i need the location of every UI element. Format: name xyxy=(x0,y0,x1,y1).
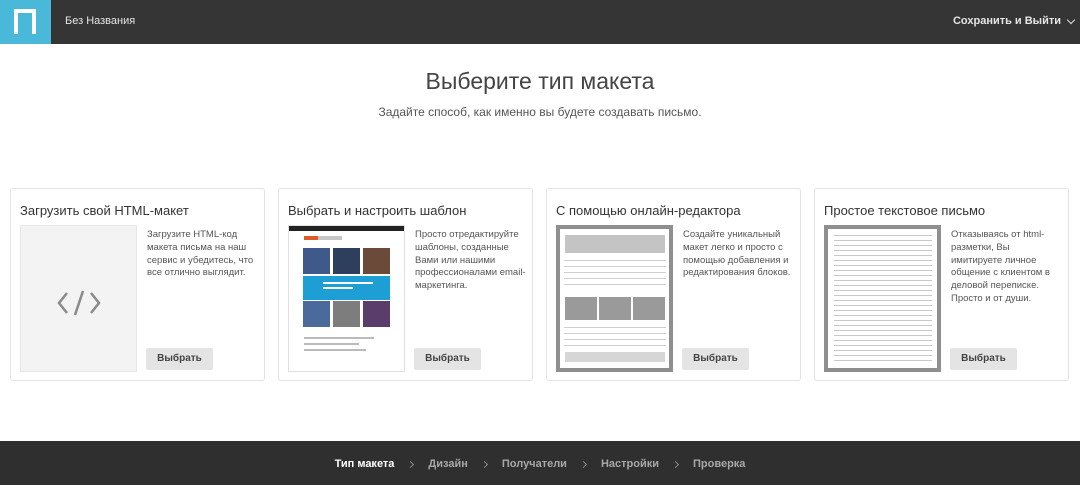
card-title: С помощью онлайн-редактора xyxy=(556,203,741,218)
card-title: Загрузить свой HTML-макет xyxy=(20,203,189,218)
text-line xyxy=(834,345,932,346)
editor-image-block xyxy=(599,297,631,320)
text-line xyxy=(834,360,932,361)
template-photo xyxy=(333,301,360,327)
chevron-right-icon xyxy=(407,460,415,469)
text-line xyxy=(834,285,932,286)
editor-thumbnail xyxy=(556,225,673,372)
text-line xyxy=(834,315,932,316)
template-text-line xyxy=(304,349,366,351)
template-blue-banner xyxy=(303,276,390,300)
editor-header-block xyxy=(565,235,665,253)
card-description: Просто отредактируйте шаблоны, созданные… xyxy=(415,229,526,292)
card-description: Отказываясь от html-разметки, Вы имитиру… xyxy=(951,229,1050,304)
template-banner-line xyxy=(323,287,353,289)
template-text-line xyxy=(304,337,374,339)
editor-footer-block xyxy=(565,352,665,362)
editor-image-block xyxy=(565,297,597,320)
select-text-button[interactable]: Выбрать xyxy=(950,348,1017,370)
text-line xyxy=(834,235,932,236)
card-title: Выбрать и настроить шаблон xyxy=(288,203,467,218)
editor-text-line xyxy=(564,339,666,340)
card-description: Создайте уникальный макет легко и просто… xyxy=(683,229,791,279)
select-editor-button[interactable]: Выбрать xyxy=(682,348,749,370)
text-line xyxy=(834,335,932,336)
text-email-thumbnail xyxy=(824,225,941,372)
text-line xyxy=(834,255,932,256)
text-line xyxy=(834,300,932,301)
text-line xyxy=(834,275,932,276)
text-line xyxy=(834,340,932,341)
card-description: Загрузите HTML-код макета письма на наш … xyxy=(147,229,254,279)
text-line xyxy=(834,240,932,241)
text-line xyxy=(834,310,932,311)
save-and-exit-button[interactable]: Сохранить и Выйти xyxy=(952,15,1076,27)
text-line xyxy=(834,350,932,351)
editor-text-line xyxy=(564,278,666,279)
layout-card-text[interactable]: Простое текстовое письмо Отказываясь от … xyxy=(814,188,1069,381)
editor-text-line xyxy=(564,333,666,334)
template-text-line xyxy=(304,343,359,345)
text-line xyxy=(834,305,932,306)
text-line xyxy=(834,280,932,281)
card-title: Простое текстовое письмо xyxy=(824,203,986,218)
html-upload-thumbnail xyxy=(20,225,137,372)
top-bar: Без Названия Сохранить и Выйти xyxy=(0,0,1080,44)
editor-text-line xyxy=(564,345,666,346)
select-html-button[interactable]: Выбрать xyxy=(146,348,213,370)
template-photo xyxy=(363,248,390,274)
template-brand-text xyxy=(318,236,342,240)
layout-card-editor[interactable]: С помощью онлайн-редактора Создайте уник… xyxy=(546,188,801,381)
template-header-bar xyxy=(289,226,404,231)
text-line xyxy=(834,325,932,326)
chevron-right-icon xyxy=(671,460,680,469)
text-line xyxy=(834,260,932,261)
template-banner-line xyxy=(323,282,373,284)
page-subtitle: Задайте способ, как именно вы будете соз… xyxy=(378,105,702,119)
editor-text-line xyxy=(564,272,666,273)
step-layout-type[interactable]: Тип макета xyxy=(335,458,395,470)
step-settings[interactable]: Настройки xyxy=(601,458,659,470)
text-line xyxy=(834,245,932,246)
text-line xyxy=(834,320,932,321)
template-photo xyxy=(333,248,360,274)
template-thumbnail xyxy=(288,225,405,372)
footer-bar: Тип макета Дизайн Получатели Настройки П… xyxy=(0,441,1080,485)
layout-card-template[interactable]: Выбрать и настроить шаблон Просто отреда… xyxy=(278,188,533,381)
text-line xyxy=(834,250,932,251)
editor-text-line xyxy=(564,327,666,328)
template-photo xyxy=(303,301,330,327)
wizard-steps: Тип макета Дизайн Получатели Настройки П… xyxy=(0,458,1080,470)
step-review[interactable]: Проверка xyxy=(693,458,745,470)
save-and-exit-label: Сохранить и Выйти xyxy=(952,15,1061,27)
editor-text-line xyxy=(564,284,666,285)
template-photo xyxy=(303,248,330,274)
app-logo[interactable] xyxy=(0,0,51,44)
chevron-down-icon xyxy=(1066,15,1076,24)
layout-card-html[interactable]: Загрузить свой HTML-макет Загрузите HTML… xyxy=(10,188,265,381)
text-line xyxy=(834,355,932,356)
step-design[interactable]: Дизайн xyxy=(428,458,467,470)
chevron-right-icon xyxy=(579,460,587,469)
page-title: Выберите тип макета xyxy=(425,68,655,94)
text-line xyxy=(834,290,932,291)
editor-text-line xyxy=(564,260,666,261)
text-line xyxy=(834,270,932,271)
select-template-button[interactable]: Выбрать xyxy=(414,348,481,370)
editor-image-block xyxy=(633,297,665,320)
step-recipients[interactable]: Получатели xyxy=(502,458,567,470)
text-line xyxy=(834,265,932,266)
code-icon xyxy=(57,290,101,316)
document-title[interactable]: Без Названия xyxy=(65,15,135,27)
chevron-right-icon xyxy=(480,460,488,469)
text-line xyxy=(834,295,932,296)
template-photo xyxy=(363,301,390,327)
logo-p-icon xyxy=(14,9,36,34)
editor-text-line xyxy=(564,266,666,267)
text-line xyxy=(834,330,932,331)
